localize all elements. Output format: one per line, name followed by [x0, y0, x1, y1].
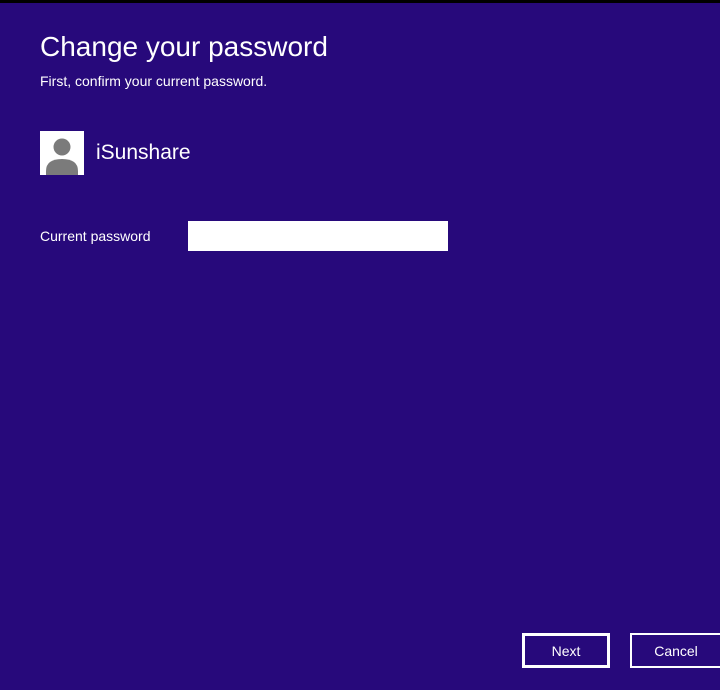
cancel-button[interactable]: Cancel	[630, 633, 720, 668]
current-password-label: Current password	[40, 228, 188, 244]
page-subtitle: First, confirm your current password.	[40, 73, 720, 89]
page-title: Change your password	[40, 31, 720, 63]
action-button-row: Next Cancel	[522, 633, 720, 668]
user-info-row: iSunshare	[40, 131, 720, 175]
current-password-input[interactable]	[188, 221, 448, 251]
main-content: Change your password First, confirm your…	[0, 3, 720, 251]
current-password-row: Current password	[40, 221, 720, 251]
person-icon	[40, 131, 84, 175]
user-avatar	[40, 131, 84, 175]
next-button[interactable]: Next	[522, 633, 610, 668]
username-label: iSunshare	[96, 141, 191, 165]
